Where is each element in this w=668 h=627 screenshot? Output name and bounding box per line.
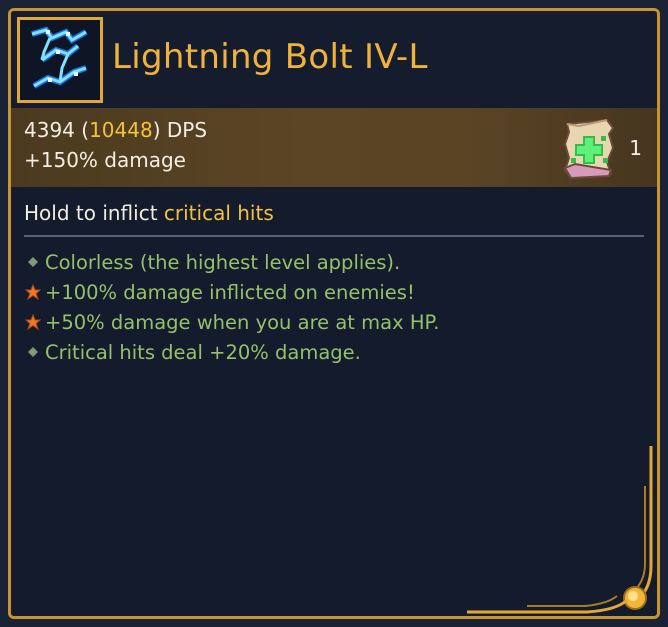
healing-scroll-icon <box>557 114 621 182</box>
dps-stat: 4394 (10448) DPS <box>24 118 208 142</box>
effect-text: Critical hits deal +20% damage. <box>45 341 361 364</box>
effects-list: Colorless (the highest level applies). +… <box>25 251 439 371</box>
effect-text: +50% damage when you are at max HP. <box>45 311 440 334</box>
diamond-bullet-icon <box>25 254 41 270</box>
orange-star-icon <box>25 314 41 330</box>
effect-text: +100% damage inflicted on enemies! <box>45 281 415 304</box>
diamond-bullet-icon <box>25 344 41 360</box>
critical-hits-keyword: critical hits <box>163 201 274 225</box>
dps-unit: DPS <box>166 118 208 142</box>
tooltip-header: Lightning Bolt IV-L <box>11 11 657 108</box>
effect-item: +100% damage inflicted on enemies! <box>25 281 439 311</box>
corner-ornament-bottom <box>467 576 657 616</box>
description-prefix: Hold to inflict <box>24 201 164 225</box>
effect-text: Colorless (the highest level applies). <box>45 251 401 274</box>
damage-bonus: +150% damage <box>24 148 186 172</box>
lightning-bolt-icon <box>17 17 103 103</box>
orange-star-icon <box>25 284 41 300</box>
effect-item: Critical hits deal +20% damage. <box>25 341 439 371</box>
item-description: Hold to inflict critical hits <box>24 201 274 225</box>
item-tooltip-panel: Lightning Bolt IV-L 4394 (10448) DPS +15… <box>8 8 660 619</box>
effect-item: +50% damage when you are at max HP. <box>25 311 439 341</box>
dps-boosted: 10448 <box>89 118 153 142</box>
divider <box>24 235 644 237</box>
effect-item: Colorless (the highest level applies). <box>25 251 439 281</box>
stats-bar: 4394 (10448) DPS +150% damage 1 <box>11 108 657 187</box>
scroll-count: 1 <box>629 136 642 160</box>
item-title: Lightning Bolt IV-L <box>112 37 428 77</box>
dps-base: 4394 <box>24 118 75 142</box>
